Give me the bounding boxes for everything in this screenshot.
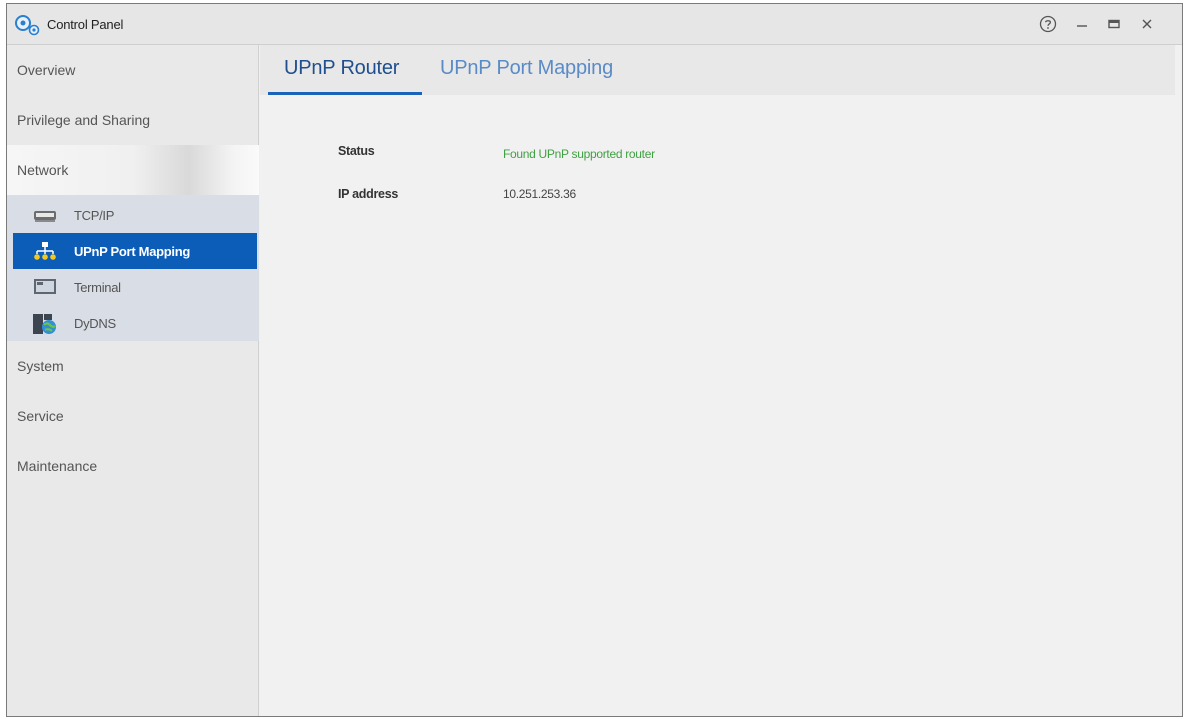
active-tab-indicator [268,92,422,95]
sidebar-item-overview[interactable]: Overview [7,45,259,95]
control-panel-window: Control Panel Overview Privilege and Sha… [6,3,1183,717]
window-title: Control Panel [47,17,124,32]
close-button[interactable] [1136,13,1158,35]
control-panel-icon [14,14,40,36]
sidebar-item-network[interactable]: Network [7,145,259,195]
title-bar: Control Panel [7,4,1182,45]
main-content: UPnP Router UPnP Port Mapping Status Fou… [260,45,1182,716]
close-icon [1142,19,1152,29]
sidebar: Overview Privilege and Sharing Network T… [7,45,259,716]
maximize-icon [1108,19,1120,29]
sidebar-item-label: Terminal [74,280,121,295]
sidebar-item-label: TCP/IP [74,208,115,223]
tab-upnp-port-mapping[interactable]: UPnP Port Mapping [440,57,613,80]
sidebar-item-label: DyDNS [74,316,116,331]
sidebar-item-privilege-and-sharing[interactable]: Privilege and Sharing [7,95,259,145]
sidebar-item-dydns[interactable]: DyDNS [13,305,257,341]
tab-bar: UPnP Router UPnP Port Mapping [260,45,1175,95]
minimize-icon [1077,25,1087,27]
sidebar-item-label: UPnP Port Mapping [74,244,190,259]
help-button[interactable] [1037,13,1059,35]
tab-upnp-router[interactable]: UPnP Router [284,57,399,80]
network-card-icon [33,205,56,225]
status-value: Found UPnP supported router [503,147,655,161]
sidebar-item-tcpip[interactable]: TCP/IP [13,197,257,233]
help-icon [1039,15,1057,33]
dydns-icon [33,313,56,334]
maximize-button[interactable] [1103,13,1125,35]
sidebar-item-upnp-port-mapping[interactable]: UPnP Port Mapping [13,233,257,269]
status-label: Status [338,144,375,158]
terminal-icon [33,277,56,297]
sidebar-item-system[interactable]: System [7,341,259,391]
ip-address-value: 10.251.253.36 [503,187,576,201]
sidebar-item-service[interactable]: Service [7,391,259,441]
network-submenu: TCP/IP UPnP Port Mapping Terminal DyDNS [7,195,259,341]
upnp-icon [33,241,56,261]
minimize-button[interactable] [1071,13,1093,35]
sidebar-item-terminal[interactable]: Terminal [13,269,257,305]
sidebar-item-maintenance[interactable]: Maintenance [7,441,259,491]
ip-address-label: IP address [338,187,399,201]
